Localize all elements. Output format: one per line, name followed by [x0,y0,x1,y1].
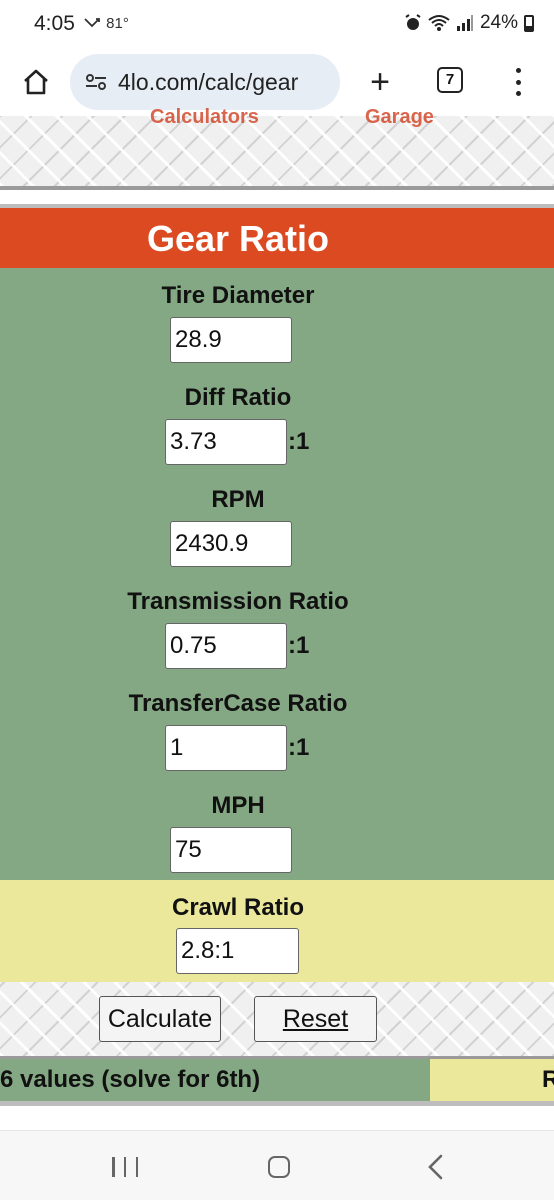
battery-icon [524,14,534,32]
button-row: Calculate Reset [0,982,554,1056]
menu-dot-icon [515,68,521,73]
home-icon [24,69,48,95]
reset-button-label: Reset [282,1005,349,1033]
transmission-ratio-label: Transmission Ratio [127,588,349,615]
tab-switcher-button[interactable]: 7 [437,67,463,93]
spacer [0,190,554,204]
transmission-ratio-suffix: :1 [288,632,310,659]
rpm-input[interactable] [170,521,292,567]
mph-input[interactable] [170,827,292,873]
crawl-ratio-section: Crawl Ratio [0,880,554,982]
rpm-label: RPM [211,486,265,513]
diff-ratio-input[interactable] [165,419,287,465]
recent-apps-icon [112,1157,115,1177]
menu-dot-icon [515,91,521,96]
diff-ratio-label: Diff Ratio [184,384,292,411]
wifi-icon [428,15,450,31]
nav-link-garage[interactable]: Garage [365,106,434,129]
system-navigation-bar [0,1130,554,1200]
transfercase-ratio-input[interactable] [165,725,287,771]
crawl-ratio-label: Crawl Ratio [171,894,305,921]
status-time: 4:05 [34,12,75,35]
site-nav-plate: Calculators Garage [0,106,554,186]
status-notification-icons: 81° [84,15,129,32]
recent-apps-button[interactable] [112,1157,138,1177]
gear-ratio-form: Tire Diameter Diff Ratio :1 RPM Transmis… [0,268,554,880]
calculator-title-bar: Gear Ratio [0,208,554,268]
instructions-text: 6 values (solve for 6th) [0,1059,430,1101]
recent-apps-icon [123,1157,127,1177]
url-text[interactable]: 4lo.com/calc/gear [118,69,298,96]
home-button[interactable] [16,62,56,102]
crawl-ratio-output[interactable] [176,928,299,974]
transfercase-ratio-suffix: :1 [288,734,310,761]
diff-ratio-suffix: :1 [288,428,310,455]
menu-dot-icon [515,79,521,85]
alarm-icon [405,14,421,30]
battery-percent: 24% [479,12,518,33]
transmission-ratio-input[interactable] [165,623,287,669]
new-tab-button[interactable]: + [360,62,400,102]
status-right-group: 24% [404,12,534,34]
tire-diameter-label: Tire Diameter [161,282,315,309]
mph-label: MPH [211,792,265,819]
address-bar[interactable]: 4lo.com/calc/gear [70,54,340,110]
page-title: Gear Ratio [146,218,330,259]
system-home-button[interactable] [268,1156,290,1178]
reset-button[interactable]: Reset [254,996,377,1042]
signal-icon [456,15,473,31]
back-icon[interactable] [424,1153,448,1181]
status-bar: 4:05 81° 24% [0,0,554,50]
instructions-text-secondary: R [430,1059,554,1101]
status-temperature: 81° [106,15,129,32]
spacer [0,1106,554,1130]
nav-link-calculators[interactable]: Calculators [150,106,259,129]
calculate-button[interactable]: Calculate [99,996,221,1042]
recent-apps-icon [135,1157,138,1177]
browser-toolbar: 4lo.com/calc/gear + 7 [0,50,554,116]
site-settings-icon[interactable] [84,70,108,94]
tire-diameter-input[interactable] [170,317,292,363]
missed-call-icon [84,18,100,28]
overflow-menu-button[interactable] [506,64,530,100]
transfercase-ratio-label: TransferCase Ratio [128,690,348,717]
